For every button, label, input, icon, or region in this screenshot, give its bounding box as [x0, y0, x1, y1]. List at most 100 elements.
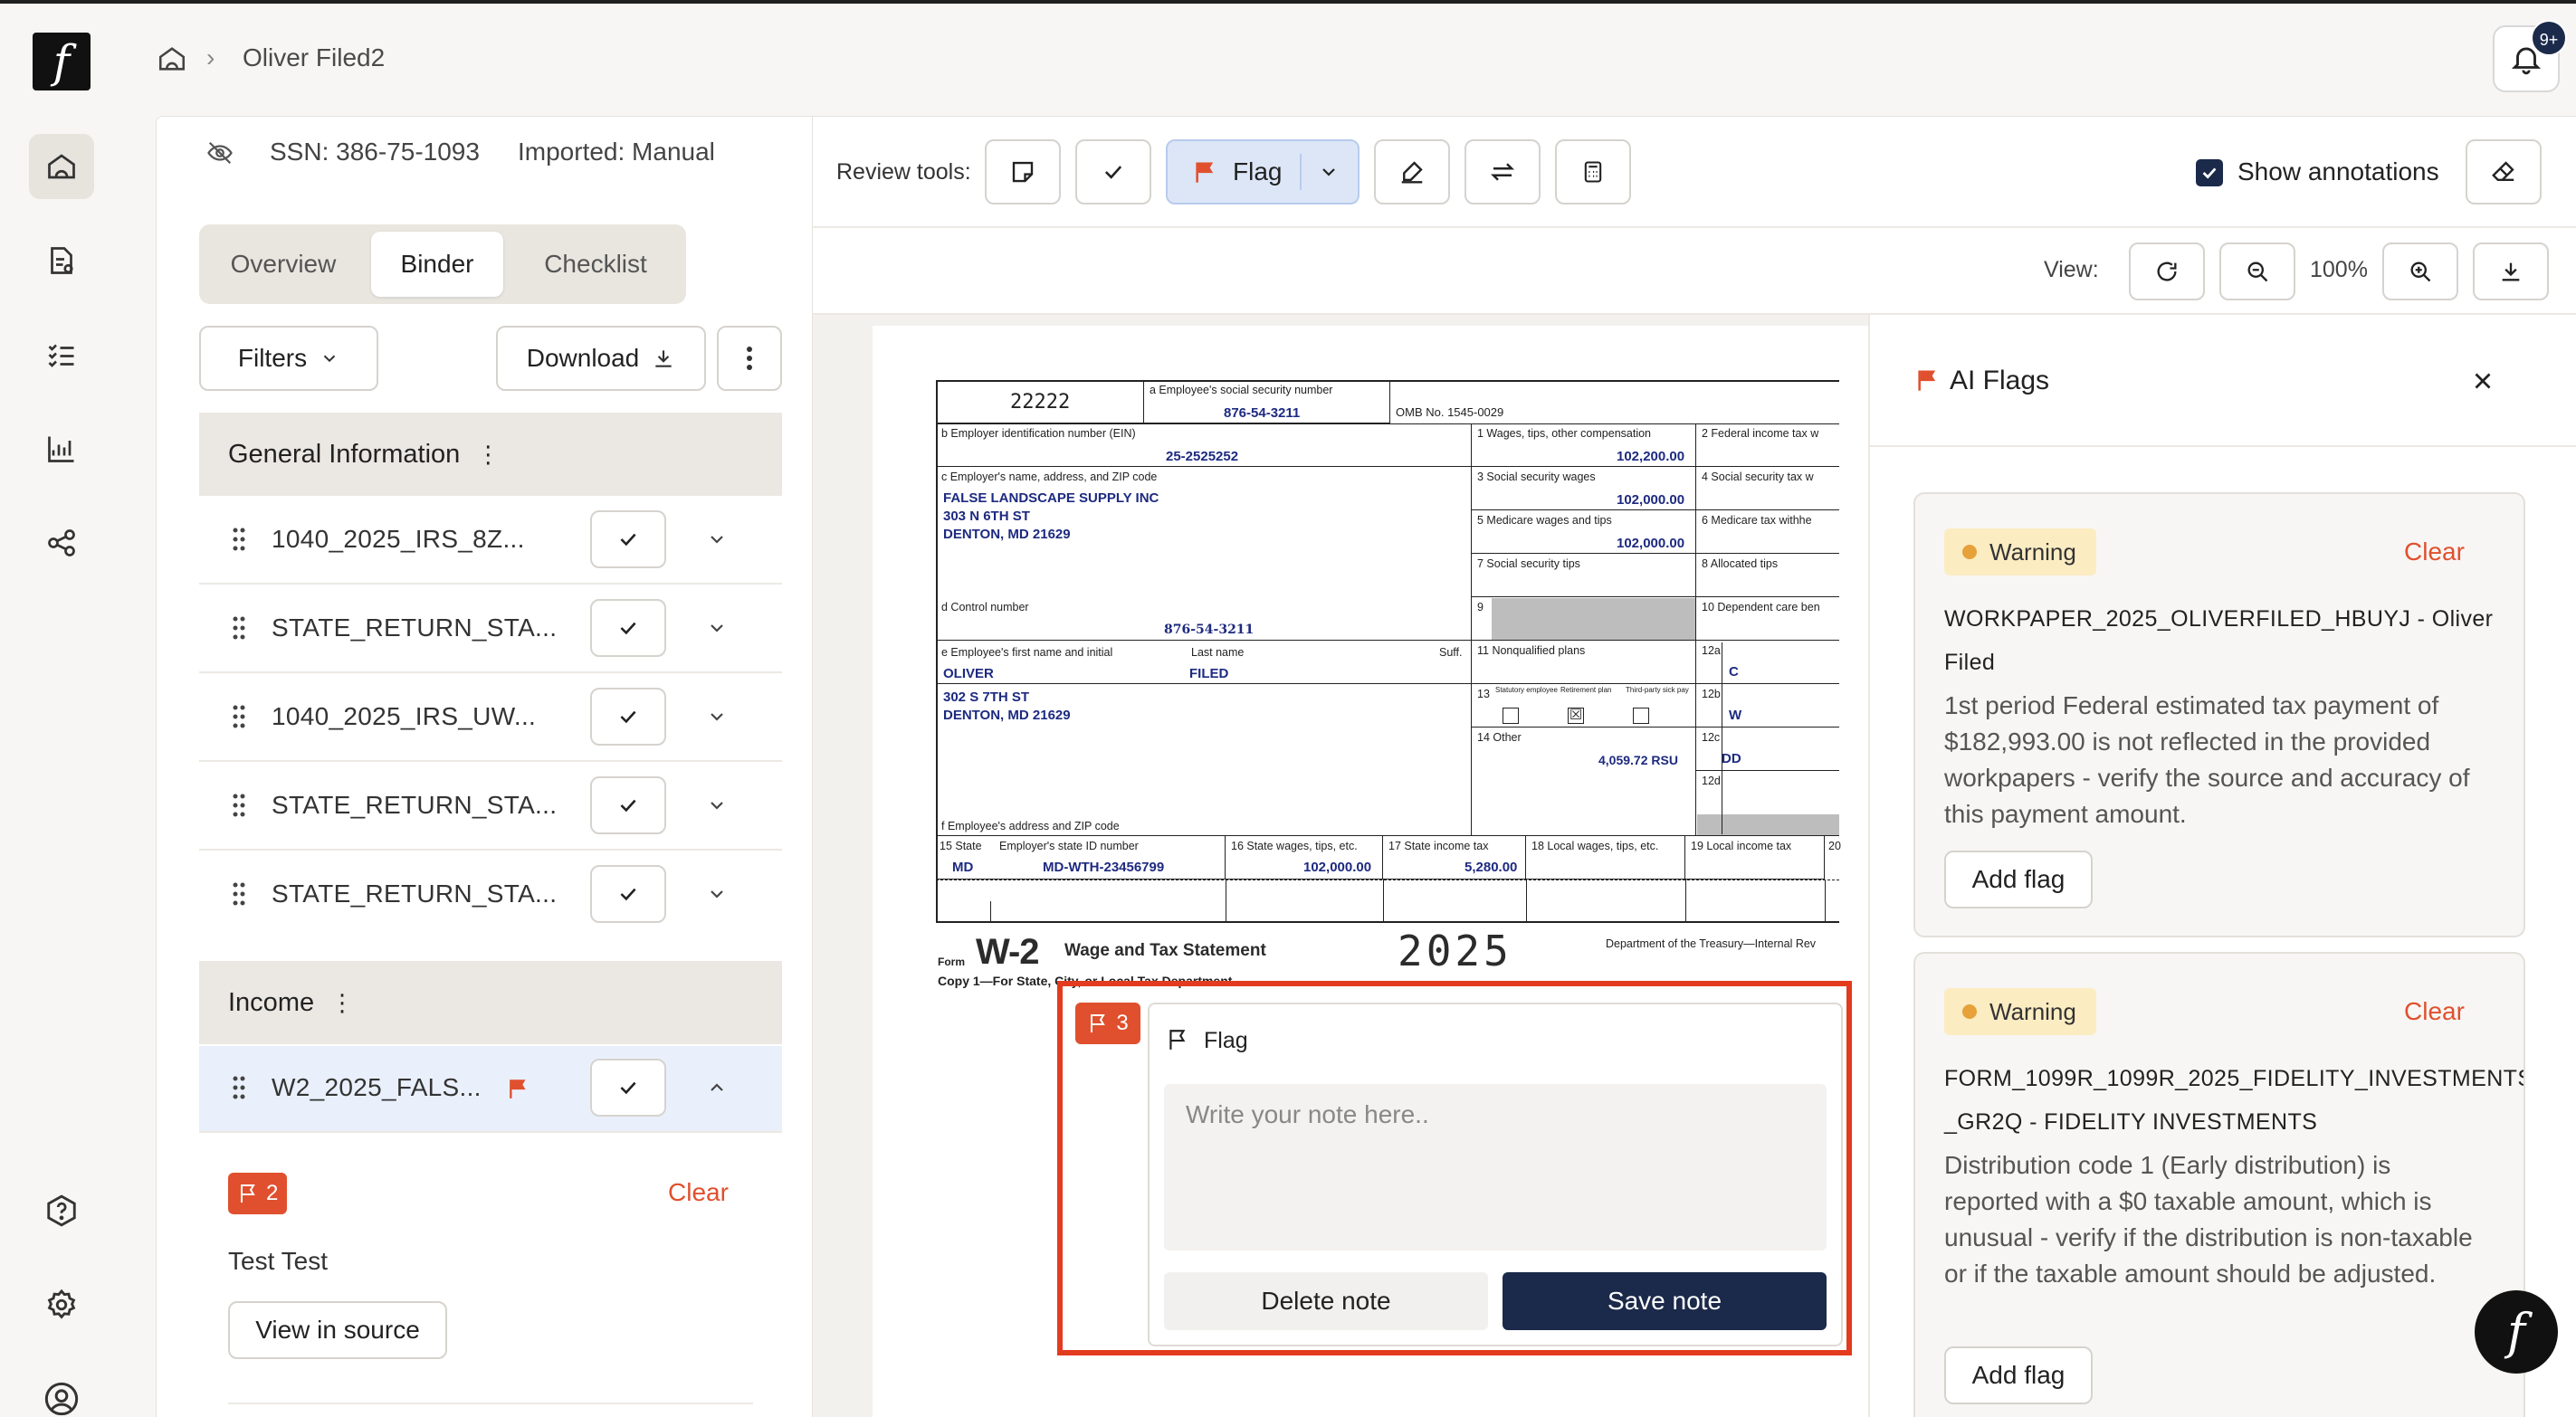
expand-chevron-icon[interactable]: [706, 883, 728, 905]
expand-chevron-icon[interactable]: [706, 706, 728, 728]
clear-flag-link[interactable]: Clear: [2404, 997, 2465, 1026]
note-textarea[interactable]: Write your note here..: [1164, 1084, 1827, 1251]
checkmark-tool[interactable]: [1075, 139, 1151, 204]
zoom-in-button[interactable]: [2382, 243, 2458, 300]
breadcrumb-home-icon[interactable]: [156, 43, 188, 74]
file-name[interactable]: W2_2025_FALS...: [272, 1073, 482, 1102]
drag-handle-icon[interactable]: [232, 527, 246, 552]
binder-file-row[interactable]: STATE_RETURN_STA...: [199, 764, 782, 851]
calculator-tool[interactable]: [1555, 139, 1631, 204]
approve-button[interactable]: [590, 510, 666, 568]
tab-checklist[interactable]: Checklist: [512, 232, 679, 297]
binder-file-row[interactable]: STATE_RETURN_STA...: [199, 586, 782, 673]
file-name[interactable]: STATE_RETURN_STA...: [272, 613, 557, 642]
section-income[interactable]: Income ⋮: [199, 961, 782, 1044]
expand-chevron-icon[interactable]: [706, 528, 728, 550]
signature-tool[interactable]: [1374, 139, 1450, 204]
nav-help-icon[interactable]: [29, 1178, 94, 1243]
section-general-information[interactable]: General Information ⋮: [199, 413, 782, 496]
filters-button[interactable]: Filters: [199, 326, 378, 391]
breadcrumb-client[interactable]: Oliver Filed2: [243, 43, 385, 72]
download-document-button[interactable]: [2473, 243, 2549, 300]
swap-arrows-icon: [1489, 158, 1516, 185]
binder-file-row[interactable]: 1040_2025_IRS_UW...: [199, 675, 782, 762]
warning-dot-icon: [1962, 1004, 1977, 1019]
top-border: [0, 0, 2576, 4]
warning-badge: Warning: [1944, 988, 2096, 1035]
zoom-out-button[interactable]: [2219, 243, 2295, 300]
file-name[interactable]: 1040_2025_IRS_8Z...: [272, 525, 525, 554]
nav-account-icon[interactable]: [29, 1366, 94, 1417]
binder-file-row[interactable]: STATE_RETURN_STA...: [199, 852, 782, 939]
w2-thirdparty-checkbox: [1633, 708, 1649, 724]
approve-button[interactable]: [590, 1059, 666, 1117]
breadcrumb-separator: ›: [206, 43, 215, 71]
show-annotations-label[interactable]: Show annotations: [2237, 157, 2439, 186]
add-flag-button[interactable]: Add flag: [1944, 851, 2093, 908]
more-options-button[interactable]: [717, 326, 782, 391]
file-name[interactable]: STATE_RETURN_STA...: [272, 791, 557, 820]
flag-count-chip[interactable]: 3: [1075, 1003, 1140, 1044]
nav-share-icon[interactable]: [29, 510, 94, 575]
w2-box17: 5,280.00: [1465, 860, 1518, 875]
w2-state-id: MD-WTH-23456799: [1043, 860, 1165, 875]
rotate-button[interactable]: [2129, 243, 2205, 300]
approve-button[interactable]: [590, 865, 666, 923]
binder-file-row-selected[interactable]: W2_2025_FALS...: [199, 1046, 782, 1133]
clear-flag-link[interactable]: Clear: [668, 1178, 729, 1207]
expand-chevron-icon[interactable]: [706, 617, 728, 639]
assistant-fab-button[interactable]: f: [2475, 1290, 2558, 1374]
sticky-note-tool[interactable]: [985, 139, 1061, 204]
pen-icon: [1398, 158, 1426, 185]
tab-binder[interactable]: Binder: [371, 232, 503, 297]
nav-documents-icon[interactable]: [29, 228, 94, 293]
section-menu-icon[interactable]: ⋮: [330, 989, 354, 1016]
flag-icon: [1193, 159, 1218, 185]
w2-form-name: W-2: [976, 932, 1040, 972]
drag-handle-icon[interactable]: [232, 615, 246, 641]
flag-tool[interactable]: Flag: [1166, 139, 1360, 204]
nav-home-icon[interactable]: [29, 134, 94, 199]
close-icon[interactable]: [2469, 367, 2496, 395]
nav-analytics-icon[interactable]: [29, 416, 94, 481]
file-name[interactable]: 1040_2025_IRS_UW...: [272, 702, 536, 731]
show-annotations-checkbox[interactable]: [2196, 159, 2223, 186]
warning-dot-icon: [1962, 545, 1977, 559]
tab-overview[interactable]: Overview: [206, 232, 360, 297]
hide-ssn-icon[interactable]: [206, 139, 234, 166]
w2-statutory-checkbox: [1503, 708, 1519, 724]
drag-handle-icon[interactable]: [232, 704, 246, 729]
flag-dropdown-chevron-icon[interactable]: [1318, 161, 1340, 183]
rotate-icon: [2154, 259, 2180, 284]
download-button[interactable]: Download: [496, 326, 706, 391]
app-logo[interactable]: f: [33, 33, 91, 90]
nav-checklist-icon[interactable]: [29, 322, 94, 387]
download-icon: [2498, 259, 2524, 284]
binder-file-row[interactable]: 1040_2025_IRS_8Z...: [199, 498, 782, 585]
review-tools-label: Review tools:: [836, 159, 971, 185]
drag-handle-icon[interactable]: [232, 793, 246, 818]
drag-handle-icon[interactable]: [232, 881, 246, 907]
calculator-icon: [1580, 158, 1606, 185]
drag-handle-icon[interactable]: [232, 1075, 246, 1100]
collapse-chevron-icon[interactable]: [706, 1077, 728, 1098]
w2-box1: 102,200.00: [1617, 449, 1685, 464]
clear-flag-link[interactable]: Clear: [2404, 537, 2465, 566]
ai-flag-card: Warning Clear WORKPAPER_2025_OLIVERFILED…: [1913, 492, 2525, 937]
flag-count-chip[interactable]: 2: [228, 1173, 288, 1214]
approve-button[interactable]: [590, 599, 666, 657]
swap-tool[interactable]: [1465, 139, 1541, 204]
eraser-tool[interactable]: [2466, 139, 2542, 204]
approve-button[interactable]: [590, 688, 666, 746]
approve-button[interactable]: [590, 776, 666, 834]
view-in-source-button[interactable]: View in source: [228, 1301, 447, 1359]
w2-state: MD: [952, 860, 974, 875]
nav-settings-icon[interactable]: [29, 1272, 94, 1337]
add-flag-button[interactable]: Add flag: [1944, 1346, 2093, 1404]
save-note-button[interactable]: Save note: [1503, 1272, 1827, 1330]
section-menu-icon[interactable]: ⋮: [476, 441, 500, 468]
file-name[interactable]: STATE_RETURN_STA...: [272, 880, 557, 908]
ai-flag-description: 1st period Federal estimated tax payment…: [1944, 691, 2470, 828]
expand-chevron-icon[interactable]: [706, 794, 728, 816]
delete-note-button[interactable]: Delete note: [1164, 1272, 1488, 1330]
